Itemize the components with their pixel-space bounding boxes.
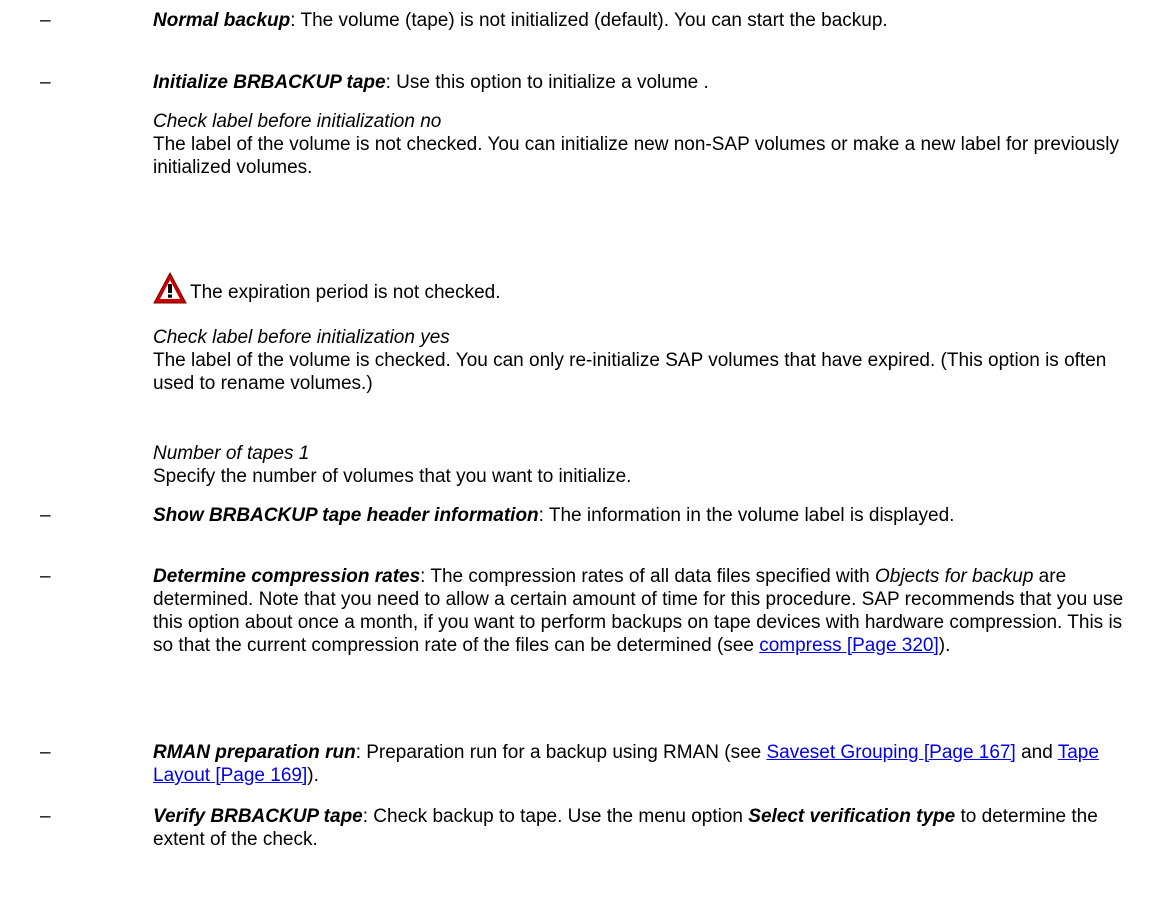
item-body: Verify BRBACKUP tape: Check backup to ta… [153,805,1138,851]
item-body: Determine compression rates: The compres… [153,565,1138,657]
sub-text-check-no: The label of the volume is not checked. … [153,134,1120,178]
term-rman: RMAN preparation run [153,742,356,763]
sub-number-of-tapes: Number of tapes 1 Specify the number of … [153,442,1138,488]
term-select-verification-type: Select verification type [748,806,956,827]
warning-triangle-icon [153,272,187,304]
item-body: Normal backup: The volume (tape) is not … [153,9,1138,32]
term-normal-backup: Normal backup [153,10,291,31]
text-rman-3: ). [307,765,319,786]
text-show-header: : The information in the volume label is… [538,505,955,526]
item-body: Initialize BRBACKUP tape: Use this optio… [153,71,1138,94]
item-body: Show BRBACKUP tape header information: T… [153,504,1138,527]
text-initialize: : Use this option to initialize a volume… [385,72,709,93]
objects-for-backup: Objects for backup [874,566,1034,587]
sub-title-check-no: Check label before initialization no [153,111,442,132]
sub-title-check-yes: Check label before initialization yes [153,327,450,348]
term-verify: Verify BRBACKUP tape [153,806,363,827]
dash-bullet: – [40,742,51,763]
sub-text-tapes: Specify the number of volumes that you w… [153,466,632,487]
link-saveset-grouping[interactable]: Saveset Grouping [Page 167] [767,742,1016,763]
document-page: – Normal backup: The volume (tape) is no… [0,0,1157,901]
dash-bullet: – [40,505,51,526]
dash-bullet: – [40,10,51,31]
dash-bullet: – [40,566,51,587]
sub-check-label-no: Check label before initialization no The… [153,110,1138,179]
text-rman-1: : Preparation run for a backup using RMA… [355,742,767,763]
dash-bullet: – [40,72,51,93]
text-verify-1: : Check backup to tape. Use the menu opt… [362,806,749,827]
item-body: RMAN preparation run: Preparation run fo… [153,741,1138,787]
term-show-header: Show BRBACKUP tape header information [153,505,539,526]
term-compression: Determine compression rates [153,566,421,587]
text-compression-1: : The compression rates of all data file… [420,566,875,587]
sub-title-tapes: Number of tapes 1 [153,443,310,464]
dash-bullet: – [40,806,51,827]
text-compression-3: ). [938,635,951,656]
text-normal-backup: : The volume (tape) is not initialized (… [290,10,888,31]
text-rman-2: and [1015,742,1058,763]
link-compress[interactable]: compress [Page 320] [759,635,939,656]
warning-text: The expiration period is not checked. [190,282,501,303]
sub-text-check-yes: The label of the volume is checked. You … [153,350,1107,394]
sub-check-label-yes: Check label before initialization yes Th… [153,326,1138,395]
term-initialize: Initialize BRBACKUP tape [153,72,386,93]
